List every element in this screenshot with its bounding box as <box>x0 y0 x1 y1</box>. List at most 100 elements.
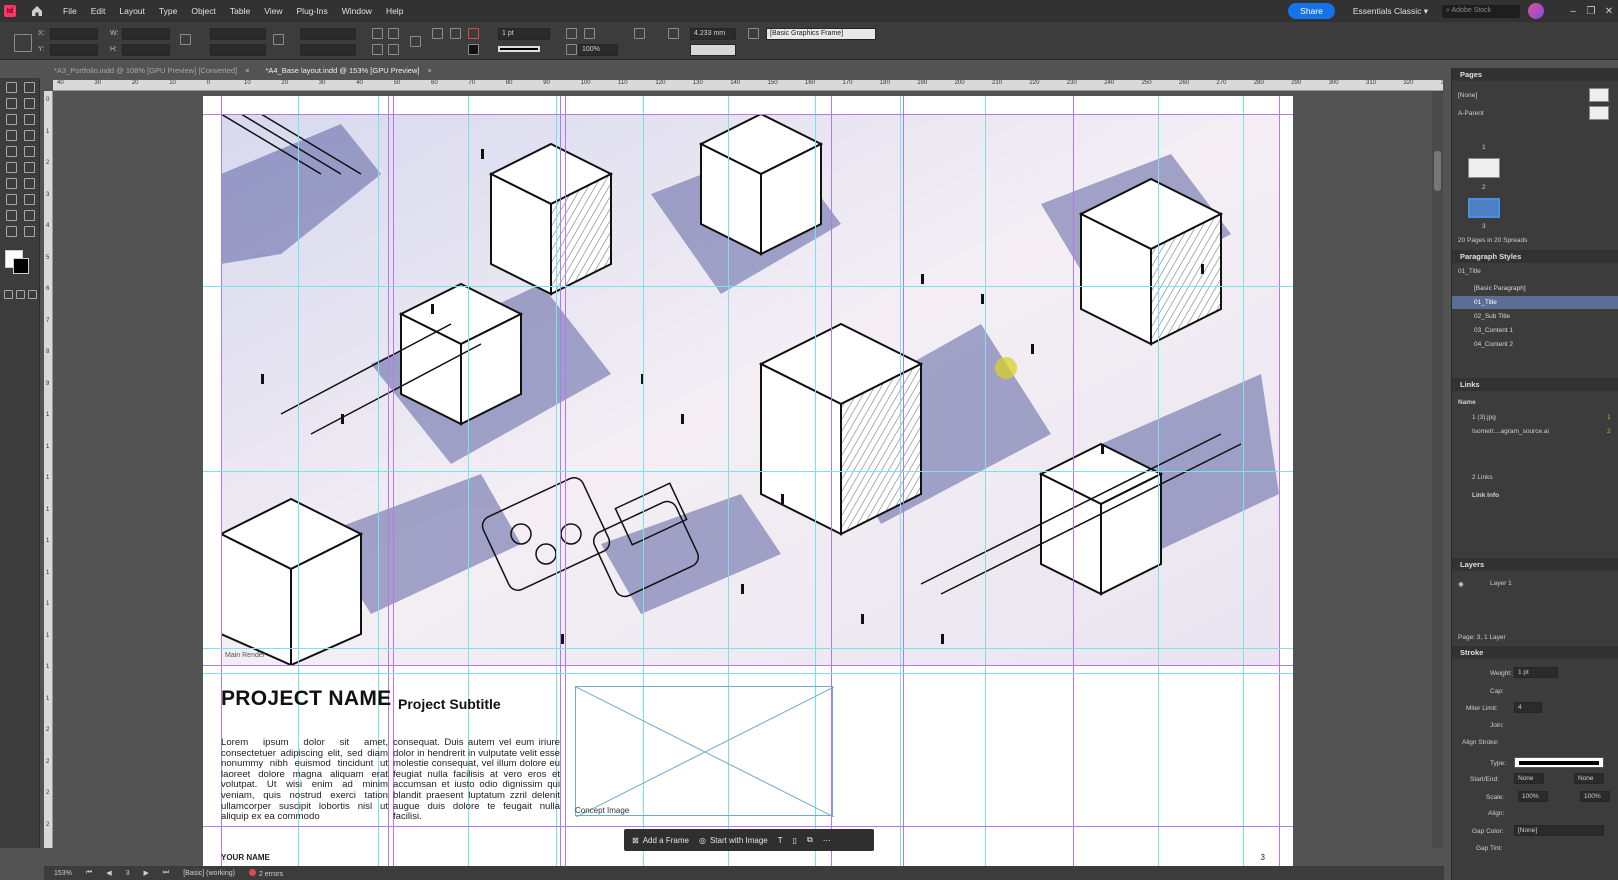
constrain-proportions-icon[interactable] <box>180 34 191 45</box>
menu-help[interactable]: Help <box>379 6 410 16</box>
menu-file[interactable]: File <box>56 6 84 16</box>
preview-mode-icon[interactable] <box>16 290 25 299</box>
select-previous-icon[interactable] <box>432 28 443 39</box>
link-item-1[interactable]: 1 (3).jpg <box>1472 414 1496 421</box>
flip-v-icon[interactable] <box>388 44 399 55</box>
pages-panel-header[interactable]: Pages <box>1452 68 1618 81</box>
pages-a-parent[interactable]: A-Parent <box>1458 110 1484 117</box>
paragraph-styles-header[interactable]: Paragraph Styles <box>1452 250 1618 263</box>
close-icon[interactable]: ✕ <box>1600 6 1618 17</box>
content-collector-tool-icon[interactable] <box>6 114 17 125</box>
paragraph-style-item[interactable]: 03_Content 1 <box>1452 324 1618 337</box>
horizontal-ruler[interactable]: 40 30 20 10 0 10 20 30 40 50 60 70 80 90 100 110 120 130 1… <box>53 80 1443 91</box>
stroke-color-icon[interactable] <box>13 258 29 274</box>
pencil-tool-icon[interactable] <box>24 146 35 157</box>
auto-fit-icon[interactable] <box>668 28 679 39</box>
eye-icon[interactable]: ◉ <box>1458 580 1464 588</box>
rotate-ccw-icon[interactable] <box>388 28 399 39</box>
h-field[interactable] <box>122 44 170 56</box>
preflight-errors[interactable]: 2 errors <box>248 868 283 878</box>
document-page[interactable]: Main Render PROJECT NAME Project Subtitl… <box>203 96 1293 868</box>
page-tool-icon[interactable] <box>6 98 17 109</box>
add-frame-button[interactable]: ⊠ Add a Frame <box>632 836 689 845</box>
reference-field[interactable]: 4.233 mm <box>690 28 736 40</box>
stroke-type-swatch[interactable] <box>498 46 540 52</box>
paragraph-style-item[interactable]: 01_Title <box>1452 296 1618 309</box>
free-transform-tool-icon[interactable] <box>24 178 35 189</box>
concept-image-placeholder[interactable] <box>575 686 835 818</box>
flip-h-icon[interactable] <box>372 44 383 55</box>
links-panel-header[interactable]: Links <box>1452 378 1618 391</box>
opacity-field[interactable]: 100% <box>578 44 618 56</box>
paragraph-style-item[interactable]: 04_Content 2 <box>1452 338 1618 351</box>
rotation-field[interactable] <box>300 28 356 40</box>
page-2-thumbnail[interactable] <box>1468 198 1500 218</box>
menu-table[interactable]: Table <box>223 6 257 16</box>
w-field[interactable] <box>122 28 170 40</box>
vertical-ruler[interactable]: 0 1 2 3 4 5 6 7 8 9 1 1 1 1 1 1 1 1 1 1 2 2 2 2 <box>44 91 53 848</box>
body-text-column-2[interactable]: consequat. Duis autem vel eum iriure dol… <box>393 737 560 823</box>
miter-limit-input[interactable]: 4 <box>1514 702 1542 713</box>
x-field[interactable] <box>50 28 98 40</box>
shear-field[interactable] <box>300 44 356 56</box>
document-tab[interactable]: *A3_Portfolio.indd @ 108% [GPU Preview] … <box>46 64 258 79</box>
page-1-thumbnail[interactable] <box>1468 158 1500 178</box>
vertical-scrollbar[interactable] <box>1432 91 1443 848</box>
text-wrap-icon[interactable] <box>634 28 645 39</box>
menu-layout[interactable]: Layout <box>112 6 152 16</box>
constrain-scale-icon[interactable] <box>273 34 284 45</box>
fit-frame-icon[interactable] <box>584 28 595 39</box>
page-field[interactable]: 3 <box>126 870 130 877</box>
layers-panel-header[interactable]: Layers <box>1452 558 1618 571</box>
fill-swatch-icon[interactable] <box>468 28 479 39</box>
scale-start-input[interactable]: 100% <box>1518 791 1548 802</box>
menu-window[interactable]: Window <box>335 6 379 16</box>
stroke-weight-input[interactable]: 1 pt <box>1514 667 1558 678</box>
minimize-icon[interactable]: – <box>1564 6 1582 17</box>
tab-close-icon[interactable]: × <box>245 66 249 75</box>
line-tool-icon[interactable] <box>24 130 35 141</box>
gradient-swatch-tool-icon[interactable] <box>6 194 17 205</box>
start-with-image-button[interactable]: ◎ Start with Image <box>699 836 768 845</box>
link-info-toggle[interactable]: Link Info <box>1472 492 1499 499</box>
corner-swatch[interactable] <box>690 44 736 56</box>
gap-color-select[interactable]: [None] <box>1514 825 1604 836</box>
preflight-profile[interactable]: [Basic] (working) <box>183 870 235 877</box>
share-button[interactable]: Share <box>1288 3 1335 19</box>
select-container-icon[interactable] <box>410 36 421 47</box>
fitting-icon[interactable] <box>566 28 577 39</box>
reference-point-icon[interactable] <box>14 34 32 52</box>
zoom-level[interactable]: 153% <box>54 870 72 877</box>
menu-view[interactable]: View <box>257 6 289 16</box>
note-tool-icon[interactable] <box>6 210 17 221</box>
creative-cloud-icon[interactable] <box>1528 3 1544 19</box>
opacity-icon[interactable] <box>566 44 577 55</box>
prev-page-icon[interactable]: ◀ <box>106 869 111 877</box>
scissors-tool-icon[interactable] <box>6 178 17 189</box>
menu-plugins[interactable]: Plug-Ins <box>290 6 335 16</box>
direct-selection-tool-icon[interactable] <box>24 82 35 93</box>
scale-y-field[interactable] <box>210 44 266 56</box>
restore-icon[interactable]: ❐ <box>1582 6 1600 17</box>
object-style-icon[interactable] <box>748 28 759 39</box>
stroke-weight-field[interactable]: 1 pt <box>498 28 550 40</box>
pen-tool-icon[interactable] <box>6 146 17 157</box>
none-parent-thumbnail[interactable] <box>1589 88 1609 102</box>
last-page-icon[interactable]: ⏭ <box>163 869 169 877</box>
menu-edit[interactable]: Edit <box>84 6 113 16</box>
end-select[interactable]: None <box>1574 773 1604 784</box>
paragraph-style-item[interactable]: 02_Sub Title <box>1452 310 1618 323</box>
paragraph-style-item[interactable]: [Basic Paragraph] <box>1452 282 1618 295</box>
gradient-feather-tool-icon[interactable] <box>24 194 35 205</box>
rectangle-tool-icon[interactable] <box>24 162 35 173</box>
rotate-cw-icon[interactable] <box>372 28 383 39</box>
eyedropper-tool-icon[interactable] <box>24 210 35 221</box>
document-tab[interactable]: *A4_Base layout.indd @ 153% [GPU Preview… <box>257 64 440 79</box>
stroke-panel-header[interactable]: Stroke <box>1452 646 1618 659</box>
options-icon[interactable]: ⧉ <box>807 835 813 845</box>
next-page-icon[interactable]: ▶ <box>144 869 149 877</box>
selection-tool-icon[interactable] <box>6 82 17 93</box>
scale-end-input[interactable]: 100% <box>1580 791 1610 802</box>
y-field[interactable] <box>50 44 98 56</box>
tab-close-icon[interactable]: × <box>427 66 431 75</box>
